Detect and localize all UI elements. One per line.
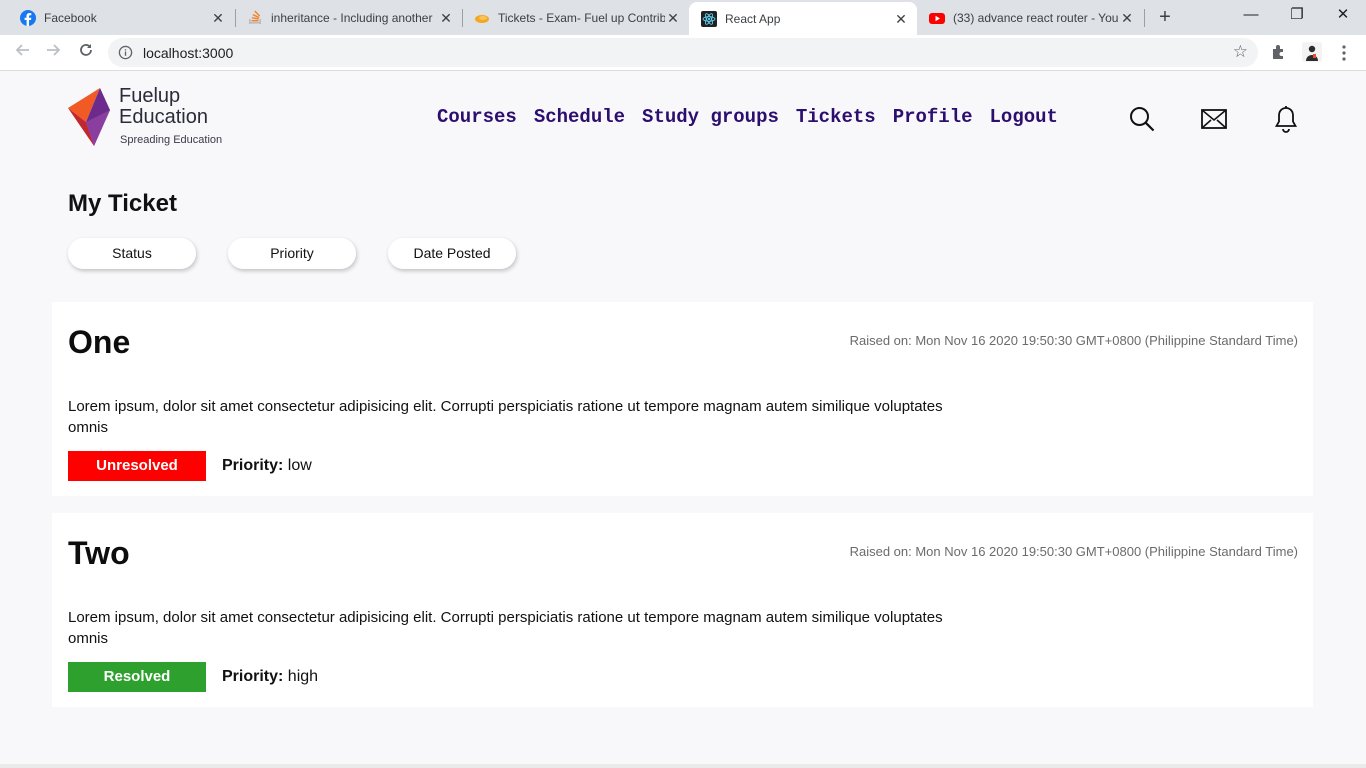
ticket-priority: Priority: low bbox=[222, 457, 312, 475]
nav-schedule[interactable]: Schedule bbox=[534, 106, 625, 128]
priority-label: Priority: bbox=[222, 668, 284, 685]
browser-tab-react-app[interactable]: React App ✕ bbox=[689, 2, 917, 35]
restore-button[interactable]: ❐ bbox=[1274, 0, 1320, 30]
ticket-description: Lorem ipsum, dolor sit amet consectetur … bbox=[68, 609, 943, 647]
mail-icon[interactable] bbox=[1200, 105, 1228, 133]
ticket-card[interactable]: Two Raised on: Mon Nov 16 2020 19:50:30 … bbox=[52, 513, 1313, 707]
close-window-button[interactable]: ✕ bbox=[1320, 0, 1366, 30]
profile-avatar-icon[interactable] bbox=[1302, 42, 1322, 62]
url-text: localhost:3000 bbox=[143, 45, 234, 61]
nav-courses[interactable]: Courses bbox=[437, 106, 517, 128]
more-menu-icon[interactable] bbox=[1334, 43, 1354, 63]
reload-button[interactable] bbox=[72, 39, 100, 67]
react-icon bbox=[701, 10, 717, 27]
forward-button[interactable] bbox=[40, 39, 68, 67]
minimize-button[interactable]: — bbox=[1228, 0, 1274, 30]
nav-tickets[interactable]: Tickets bbox=[796, 106, 876, 128]
fuelup-flame-icon bbox=[68, 88, 110, 146]
ticket-description: Lorem ipsum, dolor sit amet consectetur … bbox=[68, 398, 943, 436]
page-title: My Ticket bbox=[68, 190, 177, 217]
priority-label: Priority: bbox=[222, 457, 284, 474]
brand-name: Fuelup Education bbox=[119, 85, 208, 128]
main-nav: Courses Schedule Study groups Tickets Pr… bbox=[437, 106, 1075, 128]
ticket-priority: Priority: high bbox=[222, 668, 318, 686]
extensions-puzzle-icon[interactable] bbox=[1270, 43, 1290, 63]
reload-icon bbox=[80, 44, 92, 56]
priority-value: low bbox=[287, 457, 312, 474]
status-badge: Unresolved bbox=[68, 451, 206, 481]
tab-title: (33) advance react router - You bbox=[953, 10, 1119, 25]
info-icon[interactable] bbox=[118, 45, 133, 60]
orange-blob-icon bbox=[474, 10, 490, 26]
browser-tab-stackoverflow[interactable]: inheritance - Including another ✕ bbox=[227, 0, 462, 35]
brand-logo[interactable]: Fuelup Education Spreading Education bbox=[66, 86, 236, 148]
browser-tab-facebook[interactable]: Facebook ✕ bbox=[0, 0, 234, 35]
filter-priority-button[interactable]: Priority bbox=[228, 238, 356, 269]
browser-tab-youtube[interactable]: (33) advance react router - You ✕ bbox=[909, 0, 1143, 35]
brand-tagline: Spreading Education bbox=[120, 134, 223, 146]
browser-tab-strip: Facebook ✕ inheritance - Including anoth… bbox=[0, 0, 1366, 35]
arrow-left-icon bbox=[15, 44, 29, 56]
tab-title: Tickets - Exam- Fuel up Contrib bbox=[498, 10, 665, 25]
tab-divider bbox=[1144, 9, 1145, 27]
status-badge: Resolved bbox=[68, 662, 206, 692]
ticket-card[interactable]: One Raised on: Mon Nov 16 2020 19:50:30 … bbox=[52, 302, 1313, 496]
bookmark-star-icon[interactable]: ☆ bbox=[1233, 42, 1248, 62]
bell-icon[interactable] bbox=[1272, 105, 1300, 133]
youtube-icon bbox=[929, 10, 945, 26]
ticket-title: One bbox=[68, 324, 131, 360]
ticket-raised-date: Raised on: Mon Nov 16 2020 19:50:30 GMT+… bbox=[849, 333, 1298, 348]
nav-profile[interactable]: Profile bbox=[893, 106, 973, 128]
close-tab-icon[interactable]: ✕ bbox=[1119, 10, 1135, 26]
search-icon[interactable] bbox=[1128, 105, 1156, 133]
close-tab-icon[interactable]: ✕ bbox=[665, 10, 681, 26]
tab-title: React App bbox=[725, 11, 781, 26]
filter-status-button[interactable]: Status bbox=[68, 238, 196, 269]
browser-tab-tickets[interactable]: Tickets - Exam- Fuel up Contrib ✕ bbox=[454, 0, 689, 35]
back-button[interactable] bbox=[8, 39, 36, 67]
close-tab-icon[interactable]: ✕ bbox=[210, 10, 226, 26]
ticket-title: Two bbox=[68, 535, 130, 571]
close-tab-icon[interactable]: ✕ bbox=[893, 11, 909, 27]
browser-toolbar: localhost:3000 ☆ bbox=[0, 35, 1366, 71]
tab-title: inheritance - Including another bbox=[271, 10, 433, 25]
filter-date-posted-button[interactable]: Date Posted bbox=[388, 238, 516, 269]
bottom-scroll-strip bbox=[0, 764, 1366, 768]
new-tab-button[interactable]: + bbox=[1153, 6, 1177, 30]
facebook-icon bbox=[20, 9, 36, 26]
address-bar[interactable]: localhost:3000 ☆ bbox=[108, 38, 1258, 67]
arrow-right-icon bbox=[47, 44, 61, 56]
nav-study-groups[interactable]: Study groups bbox=[642, 106, 779, 128]
stackoverflow-icon bbox=[247, 10, 263, 26]
nav-logout[interactable]: Logout bbox=[990, 106, 1058, 128]
close-tab-icon[interactable]: ✕ bbox=[438, 10, 454, 26]
ticket-raised-date: Raised on: Mon Nov 16 2020 19:50:30 GMT+… bbox=[849, 544, 1298, 559]
tab-title: Facebook bbox=[44, 10, 97, 25]
priority-value: high bbox=[287, 668, 319, 685]
